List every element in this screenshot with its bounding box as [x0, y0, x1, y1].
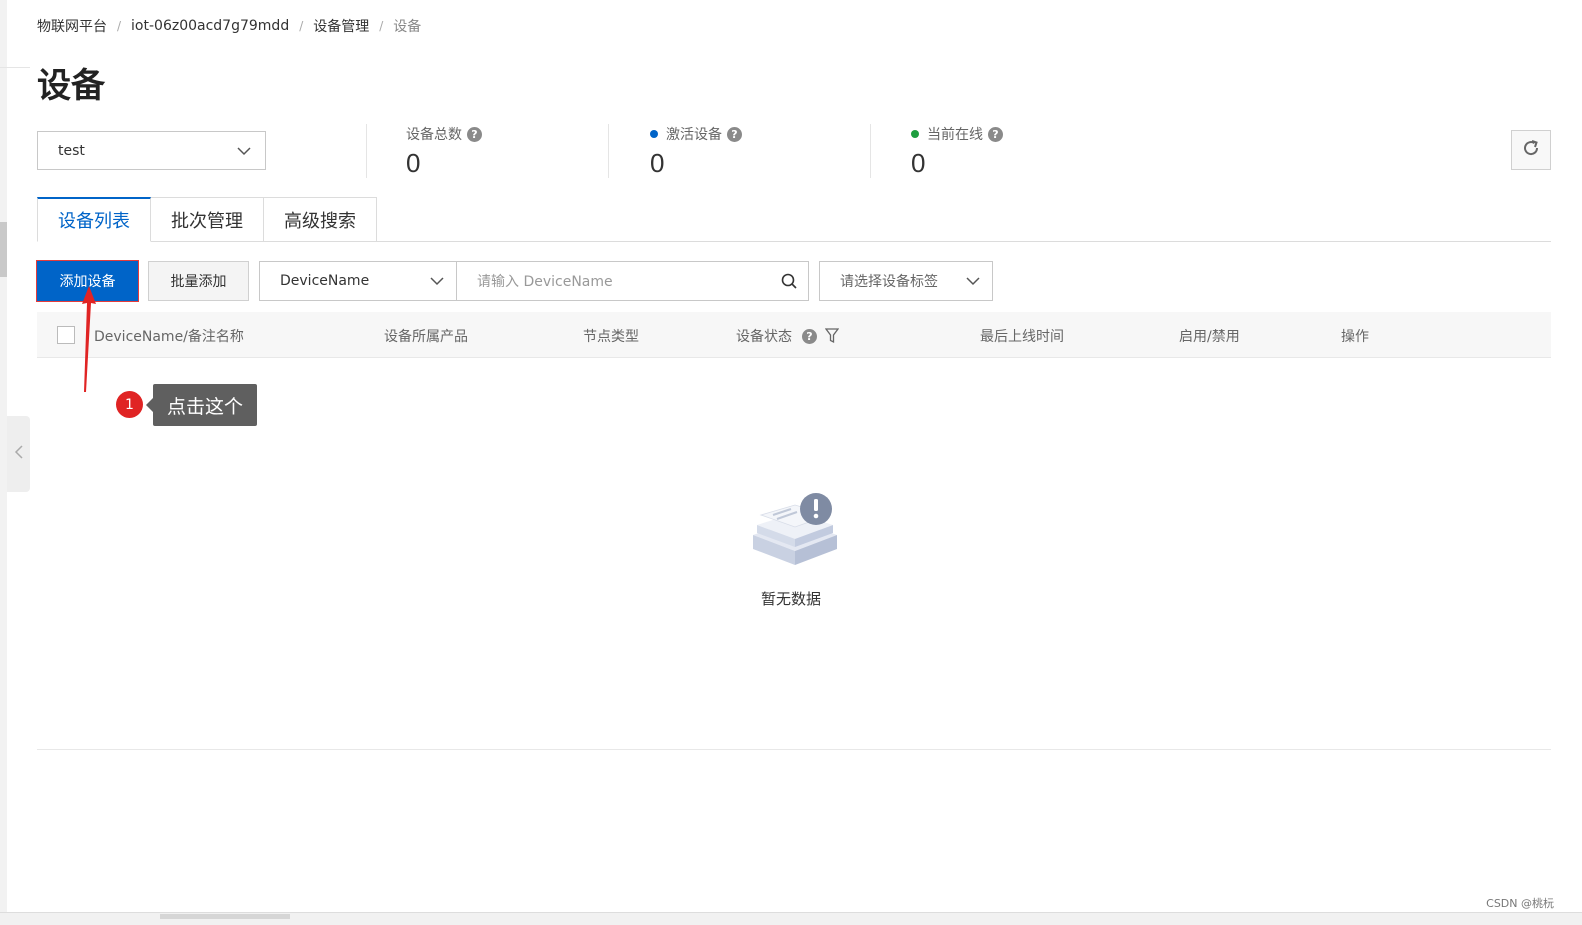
- breadcrumb-separator: /: [379, 19, 384, 33]
- status-dot-icon: [650, 130, 658, 138]
- tab-batch-management[interactable]: 批次管理: [151, 197, 264, 242]
- empty-data-icon: [749, 491, 841, 575]
- iot-device-page: 物联网平台 / iot-06z00acd7g79mdd / 设备管理 / 设备 …: [0, 0, 1582, 925]
- column-device-name: DeviceName/备注名称: [94, 329, 244, 345]
- stat-activated-value: 0: [650, 148, 665, 178]
- stat-activated-devices: 激活设备 ? 0: [650, 124, 742, 180]
- column-last-online: 最后上线时间: [980, 329, 1064, 345]
- search-icon[interactable]: [780, 272, 798, 294]
- page-title: 设备: [37, 66, 105, 106]
- breadcrumb-item-current: 设备: [393, 19, 422, 35]
- empty-state-text: 暂无数据: [761, 590, 822, 608]
- help-icon[interactable]: ?: [727, 126, 742, 142]
- status-dot-icon: [911, 130, 919, 138]
- device-tag-placeholder: 请选择设备标签: [840, 274, 938, 290]
- stat-online-label: 当前在线: [927, 127, 983, 143]
- divider: [0, 67, 30, 68]
- select-all-checkbox[interactable]: [57, 326, 75, 344]
- device-name-search-input[interactable]: 请输入 DeviceName: [456, 261, 809, 301]
- column-device-status: 设备状态 ?: [736, 326, 839, 346]
- table-bottom-border: [37, 749, 1551, 750]
- left-edge-bar: [0, 0, 7, 925]
- table-header: DeviceName/备注名称 设备所属产品 节点类型 设备状态 ? 最后上线时…: [37, 312, 1551, 358]
- tab-advanced-search[interactable]: 高级搜索: [264, 197, 377, 242]
- annotation-tooltip: 点击这个: [146, 384, 257, 426]
- chevron-down-icon: [235, 142, 253, 164]
- search-field-value: DeviceName: [280, 273, 370, 289]
- annotation-arrow-icon: [82, 286, 96, 392]
- help-icon[interactable]: ?: [467, 126, 482, 142]
- tab-bar: 设备列表 批次管理 高级搜索: [37, 197, 377, 242]
- stat-online-devices: 当前在线 ? 0: [911, 124, 1003, 180]
- breadcrumb-item-platform[interactable]: 物联网平台: [37, 16, 107, 36]
- scrollbar-thumb[interactable]: [160, 914, 290, 919]
- product-select[interactable]: test: [37, 131, 266, 170]
- horizontal-scrollbar[interactable]: [0, 912, 1582, 925]
- column-actions: 操作: [1341, 329, 1369, 345]
- sidebar-collapse-handle[interactable]: [7, 416, 30, 492]
- annotation-step-badge: 1: [116, 391, 143, 418]
- stat-activated-label: 激活设备: [666, 127, 722, 143]
- refresh-icon: [1521, 138, 1541, 162]
- batch-add-button[interactable]: 批量添加: [148, 261, 249, 301]
- breadcrumb-item-device-management[interactable]: 设备管理: [313, 16, 369, 36]
- watermark: CSDN @桃杬: [1486, 897, 1554, 910]
- breadcrumb: 物联网平台 / iot-06z00acd7g79mdd / 设备管理 / 设备: [37, 16, 421, 36]
- breadcrumb-separator: /: [117, 19, 122, 33]
- tab-device-list[interactable]: 设备列表: [37, 197, 151, 242]
- refresh-button[interactable]: [1511, 130, 1551, 170]
- stat-total-label: 设备总数: [406, 127, 462, 143]
- stat-online-value: 0: [911, 148, 926, 178]
- chevron-down-icon: [964, 272, 982, 294]
- stat-total-value: 0: [406, 148, 421, 178]
- stat-divider: [608, 124, 609, 178]
- stat-total-devices: 设备总数 ? 0: [406, 124, 482, 180]
- help-icon[interactable]: ?: [802, 328, 817, 344]
- left-edge-marker: [0, 222, 7, 277]
- column-enable-disable: 启用/禁用: [1179, 329, 1240, 345]
- search-field-select[interactable]: DeviceName: [259, 261, 457, 301]
- stat-divider: [366, 124, 367, 178]
- column-product: 设备所属产品: [384, 329, 468, 345]
- chevron-left-icon: [14, 444, 24, 464]
- help-icon[interactable]: ?: [988, 126, 1003, 142]
- chevron-down-icon: [428, 272, 446, 294]
- product-select-value: test: [58, 142, 85, 159]
- filter-icon[interactable]: [825, 328, 839, 344]
- stat-divider: [870, 124, 871, 178]
- breadcrumb-item-instance[interactable]: iot-06z00acd7g79mdd: [131, 18, 289, 34]
- column-device-status-label: 设备状态: [736, 329, 792, 345]
- breadcrumb-separator: /: [299, 19, 304, 33]
- device-tag-select[interactable]: 请选择设备标签: [819, 261, 993, 301]
- search-placeholder: 请输入 DeviceName: [477, 274, 613, 290]
- column-node-type: 节点类型: [583, 329, 639, 345]
